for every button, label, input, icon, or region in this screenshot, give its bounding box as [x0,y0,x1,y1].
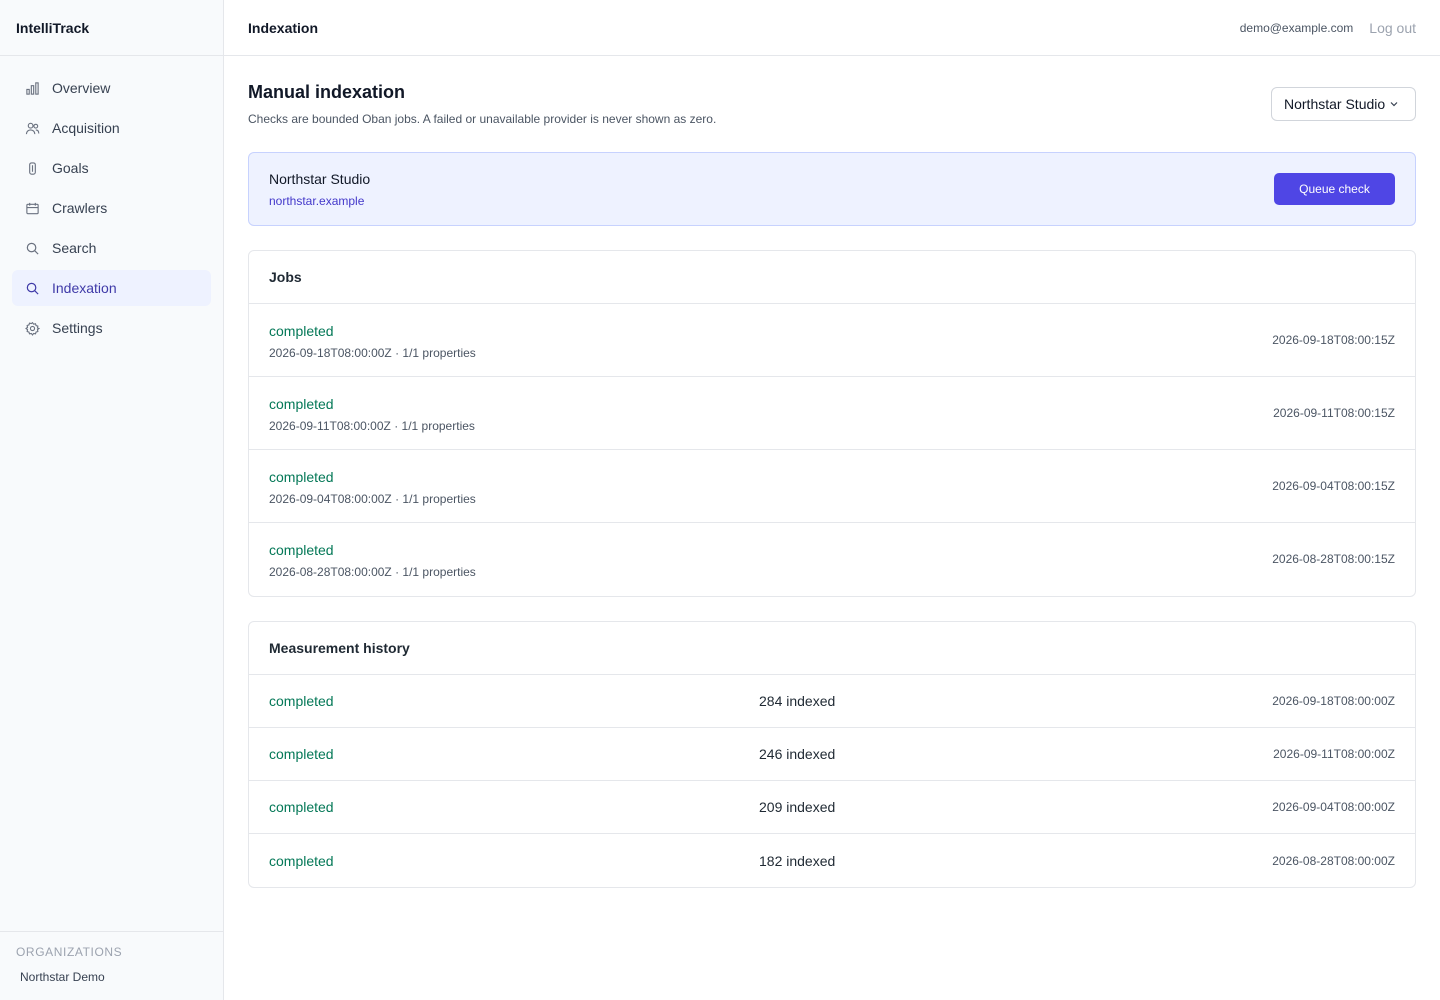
jobs-title: Jobs [249,251,1415,304]
job-status: completed [269,323,334,339]
logout-button[interactable]: Log out [1369,20,1416,36]
job-row: completed 2026-09-11T08:00:00Z · 1/1 pro… [249,377,1415,450]
history-count: 209 indexed [759,799,836,815]
job-status: completed [269,542,334,558]
job-row: completed 2026-09-04T08:00:00Z · 1/1 pro… [249,450,1415,523]
job-row: completed 2026-08-28T08:00:00Z · 1/1 pro… [249,523,1415,596]
site-domain: northstar.example [269,194,365,208]
history-count: 284 indexed [759,693,836,709]
job-time: 2026-08-28T08:00:15Z [1272,552,1395,566]
target-icon [24,160,40,176]
organizations-title: ORGANIZATIONS [16,945,123,959]
job-time: 2026-09-04T08:00:15Z [1272,479,1395,493]
page-subtitle: Checks are bounded Oban jobs. A failed o… [248,112,717,126]
search-icon [24,240,40,256]
sidebar-item-label: Goals [52,160,89,176]
jobs-panel: Jobs completed 2026-09-18T08:00:00Z · 1/… [248,250,1416,597]
job-meta: 2026-09-04T08:00:00Z · 1/1 properties [269,492,476,506]
sidebar-item-label: Indexation [52,280,117,296]
history-time: 2026-08-28T08:00:00Z [1272,853,1395,868]
queue-check-button[interactable]: Queue check [1274,173,1395,205]
main-content: Manual indexation Checks are bounded Oba… [248,56,1416,888]
history-row: completed 246 indexed 2026-09-11T08:00:0… [249,728,1415,781]
job-meta: 2026-09-11T08:00:00Z · 1/1 properties [269,419,475,433]
history-row: completed 209 indexed 2026-09-04T08:00:0… [249,781,1415,834]
history-title: Measurement history [249,622,1415,675]
sidebar-item-label: Search [52,240,97,256]
sidebar-item-goals[interactable]: Goals [12,150,211,186]
job-row: completed 2026-09-18T08:00:00Z · 1/1 pro… [249,304,1415,377]
sidebar-item-label: Crawlers [52,200,108,216]
gear-icon [24,320,40,336]
sidebar: IntelliTrack Overview Acquisition Goals … [0,0,224,1000]
app-name[interactable]: IntelliTrack [0,0,223,56]
history-time: 2026-09-18T08:00:00Z [1272,694,1395,708]
organization-item[interactable]: Northstar Demo [16,970,207,984]
sidebar-item-label: Overview [52,80,111,96]
sidebar-item-overview[interactable]: Overview [12,70,211,106]
page-header: Manual indexation Checks are bounded Oba… [248,56,1416,152]
top-header: Indexation demo@example.com Log out [224,0,1440,56]
history-time: 2026-09-11T08:00:00Z [1273,747,1395,761]
job-meta: 2026-09-18T08:00:00Z · 1/1 properties [269,346,476,360]
job-status: completed [269,469,334,485]
history-time: 2026-09-04T08:00:00Z [1272,800,1395,814]
users-icon [24,120,40,136]
site-card: Northstar Studio northstar.example Queue… [248,152,1416,226]
organizations-section: ORGANIZATIONS Northstar Demo [0,931,223,1000]
job-meta: 2026-08-28T08:00:00Z · 1/1 properties [269,565,476,579]
sidebar-item-acquisition[interactable]: Acquisition [12,110,211,146]
site-name: Northstar Studio [269,171,371,187]
sidebar-nav: Overview Acquisition Goals Crawlers Sear… [0,56,223,346]
calendar-icon [24,200,40,216]
measurement-history-panel: Measurement history completed 284 indexe… [248,621,1416,888]
chevron-down-icon [1389,99,1399,109]
search-icon [24,280,40,296]
history-count: 246 indexed [759,746,836,762]
job-status: completed [269,396,334,412]
sidebar-item-label: Settings [52,320,103,336]
history-row: completed 182 indexed 2026-08-28T08:00:0… [249,834,1415,887]
site-select[interactable]: Northstar Studio [1271,87,1416,121]
page-title: Manual indexation [248,82,406,102]
user-email: demo@example.com [1239,20,1354,35]
site-select-value: Northstar Studio [1284,96,1386,112]
bar-chart-icon [24,80,40,96]
sidebar-item-settings[interactable]: Settings [12,310,211,346]
job-time: 2026-09-11T08:00:15Z [1273,406,1395,420]
job-time: 2026-09-18T08:00:15Z [1272,333,1395,347]
header-title: Indexation [248,19,319,36]
sidebar-item-crawlers[interactable]: Crawlers [12,190,211,226]
sidebar-item-search[interactable]: Search [12,230,211,266]
sidebar-item-indexation[interactable]: Indexation [12,270,211,306]
history-count: 182 indexed [759,852,836,869]
history-row: completed 284 indexed 2026-09-18T08:00:0… [249,675,1415,728]
sidebar-item-label: Acquisition [52,120,120,136]
